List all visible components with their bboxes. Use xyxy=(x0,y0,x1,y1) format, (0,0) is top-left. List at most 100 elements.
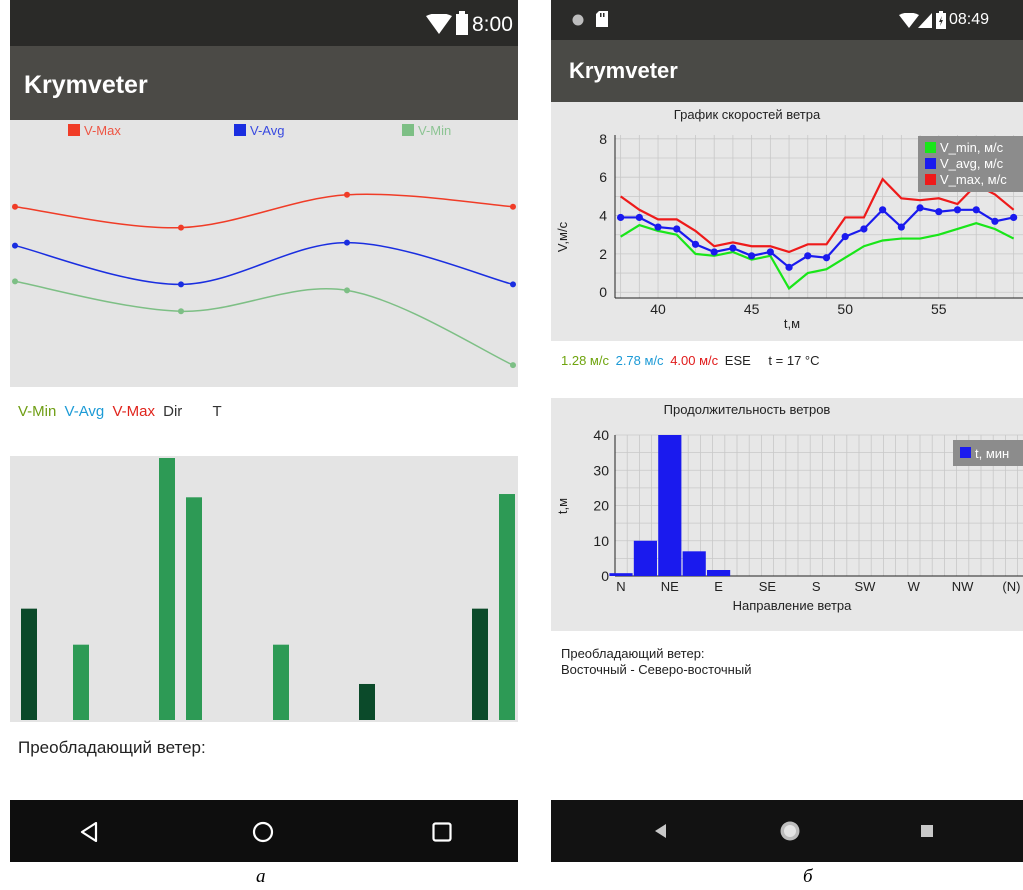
data-point-v_avg-17 xyxy=(935,208,943,216)
legend-swatch xyxy=(925,174,936,185)
data-point-v_avg-0 xyxy=(617,213,625,222)
sd-card-icon xyxy=(596,11,608,27)
data-point-v_avg-2 xyxy=(654,223,662,231)
legend-label-v-min: V-Min xyxy=(418,123,451,138)
app-bar: Krymveter xyxy=(551,40,1023,102)
wind-speed-chart-legend: V_min, м/сV_avg, м/сV_max, м/с xyxy=(918,136,1023,192)
phone-screen-b: 08:49 Krymveter График скоростей ветра 0… xyxy=(551,0,1023,862)
data-point-v_avg-6 xyxy=(729,244,737,252)
data-point-v_avg-16 xyxy=(916,204,924,212)
duration-bar-1 xyxy=(73,644,89,720)
legend-swatch xyxy=(925,142,936,153)
direction-value: ESE xyxy=(724,353,751,368)
y-tick-label: 2 xyxy=(599,246,607,262)
status-time: 08:49 xyxy=(949,11,990,28)
prevailing-wind-label: Преобладающий ветер: xyxy=(561,646,705,661)
x-tick-label: 55 xyxy=(931,301,947,317)
x-tick-label: W xyxy=(908,579,921,594)
data-point-v-avg-1 xyxy=(178,281,184,288)
x-tick-label: SE xyxy=(759,579,777,594)
values-row: V-Min V-Avg V-Max Dir T xyxy=(18,403,222,420)
status-time: 8:00 xyxy=(472,13,513,36)
data-point-v_avg-13 xyxy=(860,225,868,233)
prevailing-wind-label: Преобладающий ветер: xyxy=(18,738,206,757)
temperature-label: T xyxy=(212,403,222,420)
signal-icon xyxy=(918,13,932,28)
data-point-v_avg-3 xyxy=(673,225,681,233)
duration-bar-4 xyxy=(273,644,289,720)
legend-label-v-max: V-Max xyxy=(84,123,121,138)
home-icon[interactable] xyxy=(252,821,274,843)
y-tick-label: 4 xyxy=(599,208,607,224)
data-point-v-max-1 xyxy=(178,224,184,231)
battery-icon xyxy=(456,11,468,35)
v-max-label: V-Max xyxy=(112,403,155,420)
duration-bar-nne xyxy=(633,540,657,576)
duration-bar-0 xyxy=(21,608,37,720)
legend-label-v-avg: V-Avg xyxy=(250,123,284,138)
x-tick-label: 40 xyxy=(650,301,666,317)
data-point-v_avg-19 xyxy=(972,206,980,214)
wifi-icon xyxy=(426,14,452,34)
back-icon[interactable] xyxy=(655,824,666,838)
recents-icon[interactable] xyxy=(921,825,933,837)
wind-duration-chart: Продолжительность ветров 0 10 20 30 40 N NE E SE… xyxy=(551,398,1023,631)
readout-row: 1.28 м/с 2.78 м/с 4.00 м/с ESE t = 17 °C xyxy=(561,353,820,368)
y-tick-label: 40 xyxy=(593,427,609,443)
v-min-value: 1.28 м/с xyxy=(561,353,609,368)
app-title: Krymveter xyxy=(24,71,148,99)
app-bar: Krymveter xyxy=(10,46,518,120)
v-min-label: V-Min xyxy=(18,403,57,420)
data-point-v_avg-11 xyxy=(822,254,831,262)
battery-icon xyxy=(936,11,946,29)
data-point-v_avg-18 xyxy=(953,206,962,214)
data-point-v_avg-1 xyxy=(635,213,643,222)
legend-label: V_max, м/с xyxy=(940,172,1007,187)
legend-label: V_min, м/с xyxy=(940,140,1004,155)
status-bar: 08:49 xyxy=(551,0,1023,40)
duration-bar-n xyxy=(609,573,633,576)
data-point-v_avg-10 xyxy=(804,252,812,260)
speed-chart: V-Max V-Avg V-Min xyxy=(10,120,518,387)
wind-speed-chart: График скоростей ветра 0 2 4 6 8 40 45 50 55 V_m… xyxy=(551,102,1023,341)
wind-speed-chart-x-label: t,м xyxy=(784,316,800,331)
wifi-icon xyxy=(899,13,919,28)
legend-swatch xyxy=(960,447,971,458)
duration-chart xyxy=(10,456,518,722)
wind-duration-chart-background xyxy=(551,398,1023,631)
x-tick-label: NE xyxy=(661,579,679,594)
duration-bar-e xyxy=(707,570,731,576)
speed-chart-background xyxy=(10,120,518,387)
legend-swatch-v-max xyxy=(68,124,80,136)
x-tick-label: N xyxy=(616,579,625,594)
duration-bar-5 xyxy=(359,683,375,720)
legend-swatch-v-min xyxy=(402,124,414,136)
back-icon[interactable] xyxy=(80,822,98,842)
wind-speed-chart-y-label: V,м/с xyxy=(555,221,570,252)
recents-icon[interactable] xyxy=(432,822,452,842)
data-point-v-avg-2 xyxy=(344,239,350,246)
data-point-v-min-0 xyxy=(12,278,18,285)
data-point-v-min-2 xyxy=(344,287,350,294)
x-tick-label: NW xyxy=(952,579,974,594)
dir-label: Dir xyxy=(163,403,183,420)
wind-duration-chart-y-label: t,м xyxy=(555,498,570,514)
wind-duration-chart-x-label: Направление ветра xyxy=(733,598,853,613)
v-avg-value: 2.78 м/с xyxy=(615,353,664,368)
data-point-v_avg-15 xyxy=(897,223,905,231)
wind-speed-chart-title: График скоростей ветра xyxy=(674,107,821,122)
data-point-v-max-0 xyxy=(12,203,18,210)
data-point-v-min-3 xyxy=(510,362,516,369)
app-title: Krymveter xyxy=(569,58,678,83)
temperature-value: t = 17 °C xyxy=(768,353,820,368)
duration-bar-6 xyxy=(472,608,488,720)
x-tick-label: S xyxy=(812,579,821,594)
data-point-v_avg-8 xyxy=(766,248,774,256)
home-icon[interactable] xyxy=(779,820,801,842)
data-point-v_avg-20 xyxy=(991,217,999,225)
legend-label: t, мин xyxy=(975,446,1009,461)
x-tick-label: E xyxy=(714,579,723,594)
y-tick-label: 6 xyxy=(599,169,607,185)
navigation-bar xyxy=(551,800,1023,862)
data-point-v-max-2 xyxy=(344,191,350,198)
